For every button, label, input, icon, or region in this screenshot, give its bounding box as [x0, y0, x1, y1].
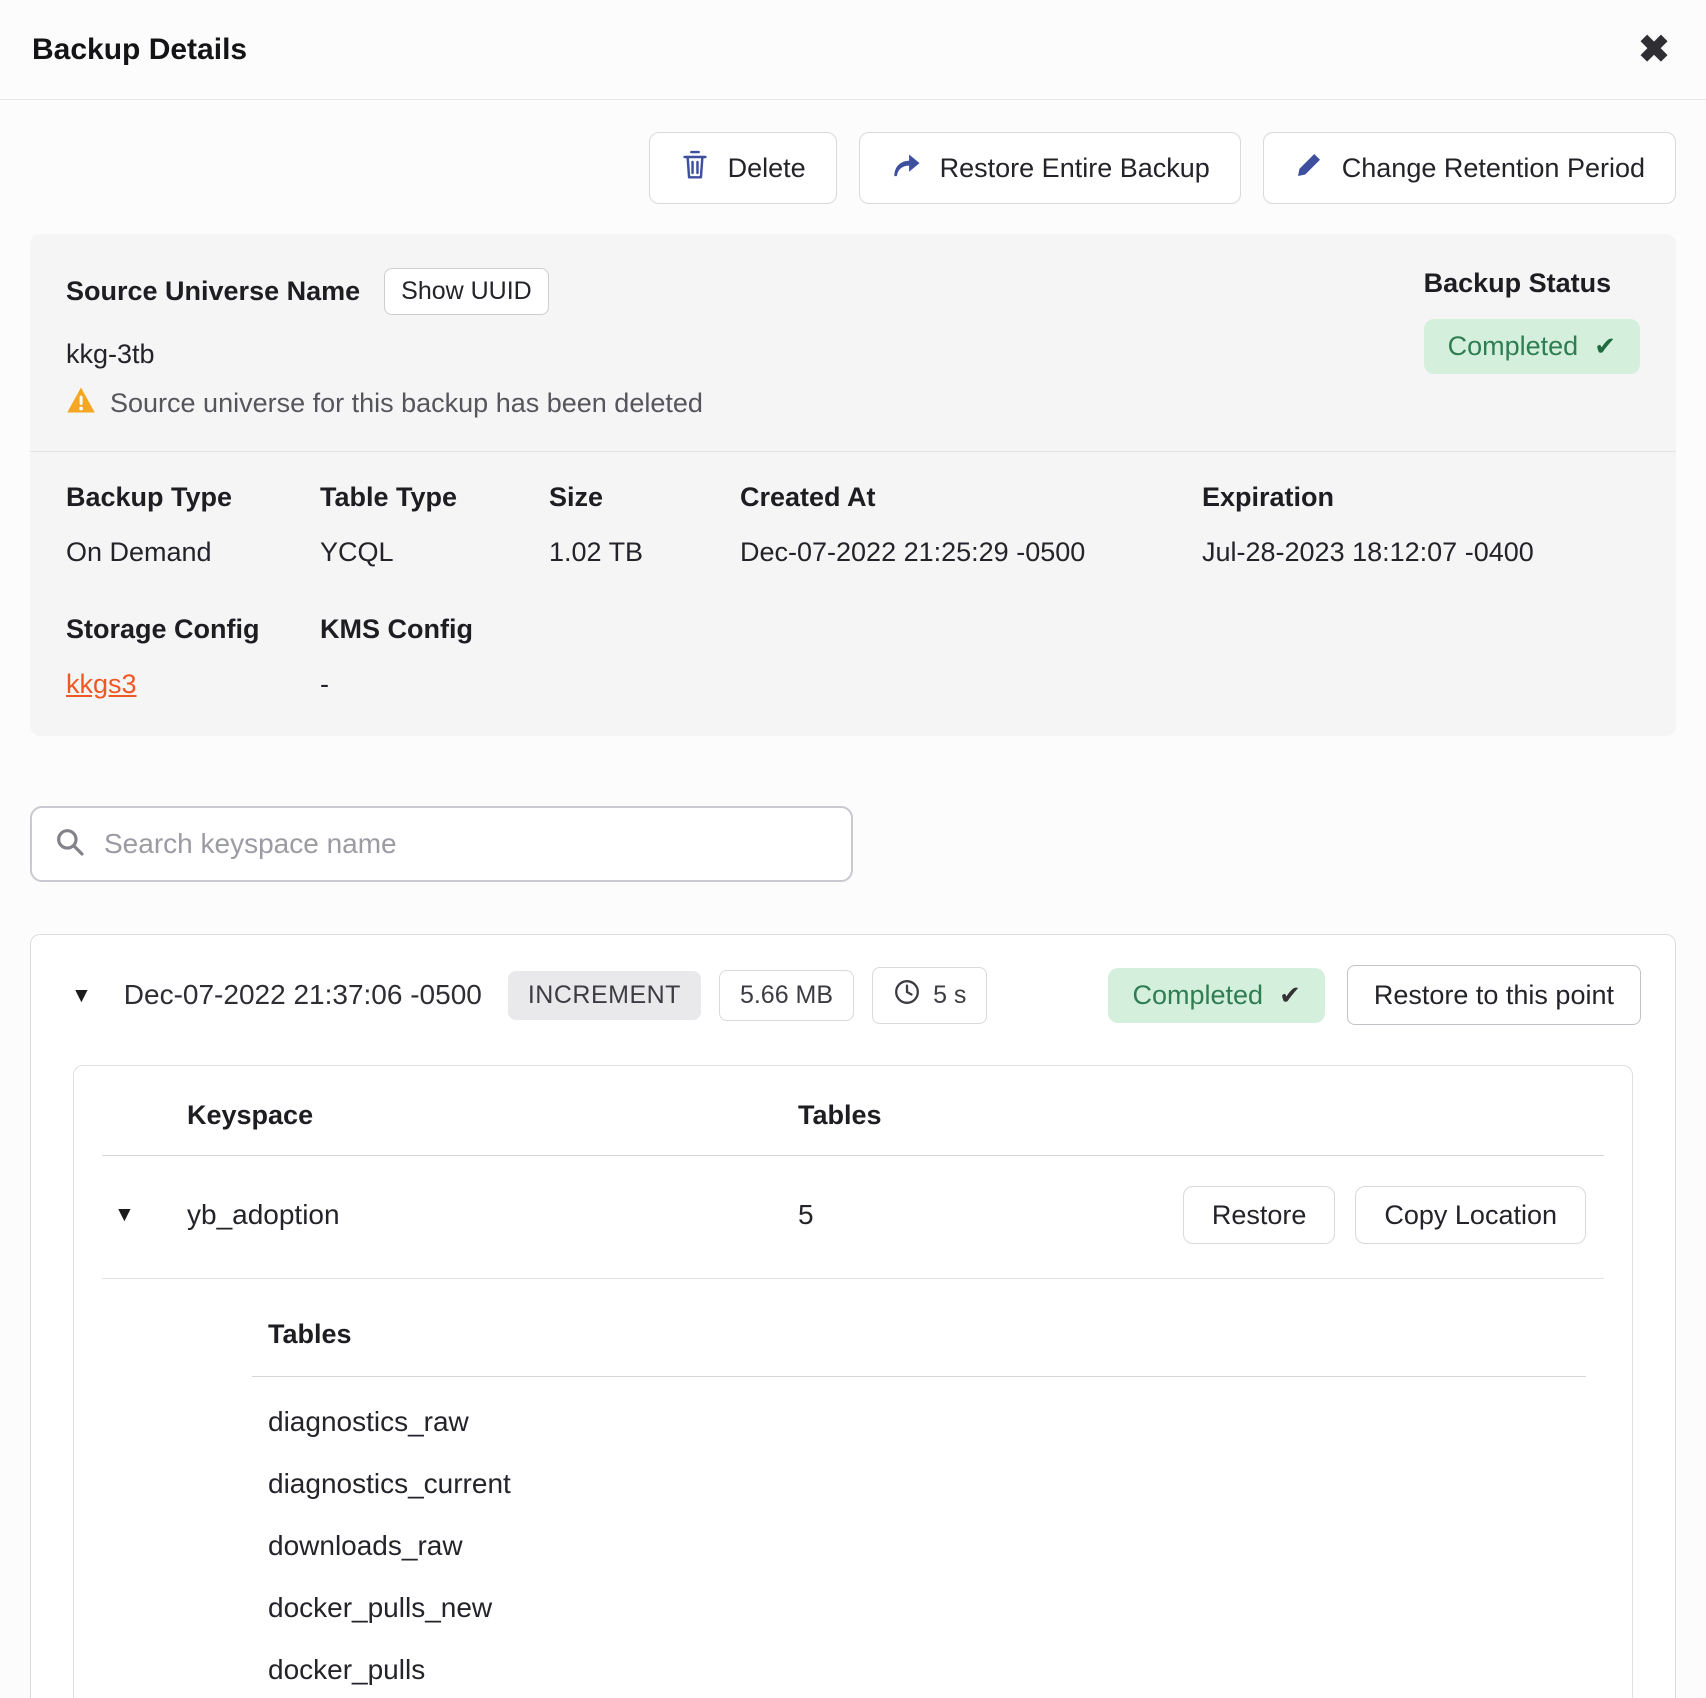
increment-status-badge: Completed ✔	[1108, 968, 1324, 1023]
field-backup-type: Backup Type On Demand	[66, 482, 320, 568]
check-icon: ✔	[1279, 980, 1301, 1011]
kms-config-value: -	[320, 669, 549, 700]
table-name-item: docker_pulls	[268, 1639, 1586, 1698]
tables-subsection-divider	[252, 1376, 1586, 1377]
search-input[interactable]	[104, 828, 829, 860]
field-value: On Demand	[66, 537, 320, 568]
universe-deleted-warning: Source universe for this backup has been…	[110, 388, 703, 419]
field-label: Created At	[740, 482, 1202, 513]
pencil-icon	[1294, 150, 1324, 187]
close-button[interactable]: ✖	[1630, 27, 1678, 73]
delete-button-label: Delete	[728, 153, 806, 184]
field-kms-config: KMS Config -	[320, 614, 549, 700]
status-badge: Completed ✔	[1424, 319, 1640, 374]
tables-subsection-header: Tables	[268, 1319, 1586, 1350]
increment-card: ▼ Dec-07-2022 21:37:06 -0500 INCREMENT 5…	[30, 934, 1676, 1698]
table-name-item: downloads_raw	[268, 1515, 1586, 1577]
show-uuid-button[interactable]: Show UUID	[384, 268, 549, 315]
check-icon: ✔	[1594, 331, 1616, 362]
copy-location-button[interactable]: Copy Location	[1355, 1186, 1586, 1244]
increment-status-text: Completed	[1132, 980, 1263, 1011]
restore-entire-backup-button[interactable]: Restore Entire Backup	[859, 132, 1241, 204]
trash-icon	[680, 149, 710, 188]
search-icon	[54, 826, 86, 863]
backup-status-label: Backup Status	[1424, 268, 1640, 299]
table-name-item: diagnostics_raw	[268, 1391, 1586, 1453]
backup-status-block: Backup Status Completed ✔	[1424, 268, 1640, 421]
delete-button[interactable]: Delete	[649, 132, 837, 204]
keyspace-row: ▼ yb_adoption 5 Restore Copy Location	[74, 1156, 1632, 1278]
field-size: Size 1.02 TB	[549, 482, 740, 568]
field-created-at: Created At Dec-07-2022 21:25:29 -0500	[740, 482, 1202, 568]
source-universe-block: Source Universe Name Show UUID kkg-3tb S…	[66, 268, 703, 421]
clock-icon	[893, 978, 921, 1013]
keyspace-search	[30, 806, 853, 882]
increment-duration-badge: 5 s	[872, 967, 987, 1024]
kms-config-label: KMS Config	[320, 614, 549, 645]
field-storage-config: Storage Config kkgs3	[66, 614, 320, 700]
tables-subsection: Tables diagnostics_raw diagnostics_curre…	[74, 1279, 1632, 1698]
restore-to-this-point-button[interactable]: Restore to this point	[1347, 965, 1641, 1025]
restore-arrow-icon	[890, 150, 922, 187]
modal-header: Backup Details ✖	[0, 0, 1706, 100]
field-label: Table Type	[320, 482, 549, 513]
source-universe-label: Source Universe Name	[66, 276, 360, 307]
tables-column-header: Tables	[798, 1100, 882, 1131]
tables-list: diagnostics_raw diagnostics_current down…	[268, 1391, 1586, 1698]
warning-icon	[66, 386, 96, 421]
backup-summary-panel: Source Universe Name Show UUID kkg-3tb S…	[30, 234, 1676, 736]
increment-size-badge: 5.66 MB	[719, 970, 854, 1021]
increment-type-badge: INCREMENT	[508, 971, 701, 1020]
tables-count: 5	[798, 1199, 1183, 1231]
caret-down-icon[interactable]: ▼	[114, 1203, 135, 1226]
page-title: Backup Details	[32, 33, 247, 67]
summary-divider	[30, 451, 1676, 452]
increment-duration-text: 5 s	[933, 981, 966, 1010]
storage-config-link[interactable]: kkgs3	[66, 669, 137, 699]
field-label: Size	[549, 482, 740, 513]
keyspace-table-card: Keyspace Tables ▼ yb_adoption 5 Restore …	[73, 1065, 1633, 1698]
restore-entire-backup-label: Restore Entire Backup	[940, 153, 1210, 184]
field-table-type: Table Type YCQL	[320, 482, 549, 568]
change-retention-period-label: Change Retention Period	[1342, 153, 1645, 184]
field-value: 1.02 TB	[549, 537, 740, 568]
restore-button[interactable]: Restore	[1183, 1186, 1336, 1244]
close-icon: ✖	[1638, 29, 1670, 71]
field-label: Expiration	[1202, 482, 1640, 513]
increment-timestamp: Dec-07-2022 21:37:06 -0500	[124, 979, 482, 1011]
toolbar: Delete Restore Entire Backup Change Rete…	[30, 132, 1676, 204]
table-name-item: docker_pulls_new	[268, 1577, 1586, 1639]
modal-body: Delete Restore Entire Backup Change Rete…	[0, 132, 1706, 1698]
backup-fields-row: Backup Type On Demand Table Type YCQL Si…	[66, 482, 1640, 568]
field-value: YCQL	[320, 537, 549, 568]
keyspace-name: yb_adoption	[187, 1199, 798, 1231]
universe-name: kkg-3tb	[66, 339, 703, 370]
keyspace-column-header: Keyspace	[187, 1100, 798, 1131]
caret-down-icon[interactable]: ▼	[71, 985, 92, 1006]
change-retention-period-button[interactable]: Change Retention Period	[1263, 132, 1676, 204]
increment-header: ▼ Dec-07-2022 21:37:06 -0500 INCREMENT 5…	[31, 935, 1675, 1025]
field-label: Backup Type	[66, 482, 320, 513]
field-expiration: Expiration Jul-28-2023 18:12:07 -0400	[1202, 482, 1640, 568]
field-value: Jul-28-2023 18:12:07 -0400	[1202, 537, 1640, 568]
storage-config-label: Storage Config	[66, 614, 320, 645]
status-badge-text: Completed	[1448, 331, 1579, 362]
table-name-item: diagnostics_current	[268, 1453, 1586, 1515]
field-value: Dec-07-2022 21:25:29 -0500	[740, 537, 1202, 568]
keyspace-table-header: Keyspace Tables	[74, 1100, 1632, 1155]
config-row: Storage Config kkgs3 KMS Config -	[66, 614, 1640, 700]
